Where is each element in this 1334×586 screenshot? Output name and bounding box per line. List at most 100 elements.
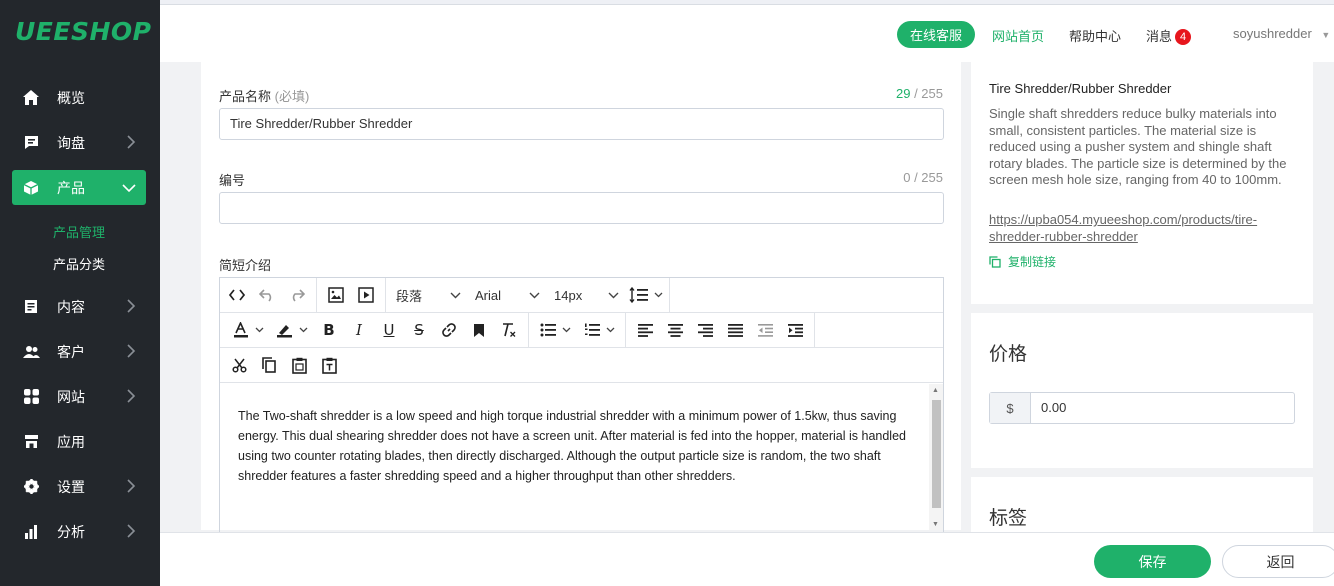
product-name-label: 产品名称 (必填): [219, 89, 310, 104]
line-height-select[interactable]: [625, 282, 667, 308]
messages-link[interactable]: 消息 4: [1146, 26, 1192, 45]
bottom-action-bar: 保存 返回: [160, 532, 1334, 586]
bullet-list-icon[interactable]: [533, 317, 577, 343]
sidebar-item-label: 客户: [57, 343, 85, 360]
app-logo[interactable]: UEESHOP: [0, 0, 160, 62]
editor-scrollbar-thumb[interactable]: [932, 400, 941, 508]
chevron-right-icon: [126, 135, 136, 152]
sidebar-subitem-product-category[interactable]: 产品分类: [53, 254, 105, 273]
align-center-icon[interactable]: [660, 317, 690, 343]
chevron-right-icon: [126, 479, 136, 496]
outdent-icon[interactable]: [750, 317, 780, 343]
price-title: 价格: [989, 344, 1028, 365]
chevron-down-icon: [608, 292, 619, 298]
sidebar-item-content[interactable]: 内容: [12, 289, 146, 324]
align-right-icon[interactable]: [690, 317, 720, 343]
product-code-input[interactable]: [219, 192, 944, 224]
sidebar-item-label: 产品: [57, 179, 85, 196]
sidebar-item-apps[interactable]: 应用: [12, 424, 146, 459]
back-button[interactable]: 返回: [1222, 545, 1334, 578]
redo-icon[interactable]: [282, 282, 312, 308]
paragraph-format-select[interactable]: 段落: [388, 282, 467, 308]
store-icon: [22, 433, 40, 451]
editor-scrollbar[interactable]: ▲ ▼: [929, 384, 943, 530]
editor-content-area[interactable]: The Two-shaft shredder is a low speed an…: [220, 384, 928, 536]
customers-icon: [22, 343, 40, 361]
insert-image-icon[interactable]: [321, 282, 351, 308]
brief-intro-label: 简短介绍: [219, 258, 272, 273]
toolbar-row-3: [220, 348, 943, 383]
chevron-down-icon: [450, 292, 461, 298]
highlight-color-icon[interactable]: [270, 317, 314, 343]
sidebar-item-label: 询盘: [57, 134, 85, 151]
online-service-button[interactable]: 在线客服: [897, 21, 975, 48]
toolbar-row-1: 段落 Arial 14px: [220, 277, 943, 313]
scroll-up-arrow-icon[interactable]: ▲: [932, 387, 939, 395]
scroll-down-arrow-icon[interactable]: ▼: [932, 521, 939, 529]
sidebar-subitem-product-management[interactable]: 产品管理: [53, 222, 105, 241]
cut-icon[interactable]: [224, 352, 254, 378]
italic-icon[interactable]: I: [344, 317, 374, 343]
font-size-select[interactable]: 14px: [546, 282, 625, 308]
tags-card: 标签: [971, 477, 1313, 537]
sidebar-item-website[interactable]: 网站: [12, 379, 146, 414]
align-left-icon[interactable]: [630, 317, 660, 343]
anchor-bookmark-icon[interactable]: [464, 317, 494, 343]
messages-count-badge: 4: [1175, 29, 1192, 45]
underline-icon[interactable]: U: [374, 317, 404, 343]
numbered-list-icon[interactable]: [577, 317, 621, 343]
sidebar-item-customers[interactable]: 客户: [12, 334, 146, 369]
bold-icon[interactable]: B: [314, 317, 344, 343]
price-input-group[interactable]: $ 0.00: [989, 392, 1295, 424]
site-home-link[interactable]: 网站首页: [992, 26, 1044, 45]
bar-chart-icon: [22, 523, 40, 541]
sidebar-item-analytics[interactable]: 分析: [12, 514, 146, 549]
paste-icon[interactable]: [284, 352, 314, 378]
sidebar: UEESHOP 概览 询盘 产品 产品管理 产品分类 内容 客户 网站 应用 设…: [0, 0, 160, 586]
sidebar-item-label: 分析: [57, 523, 85, 540]
product-form-card: 产品名称 (必填) 29 / 255 Tire Shredder/Rubber …: [201, 62, 961, 537]
username: soyushredder: [1233, 26, 1312, 41]
user-menu[interactable]: soyushredder ▼: [1233, 26, 1330, 41]
indent-icon[interactable]: [780, 317, 810, 343]
undo-icon[interactable]: [252, 282, 282, 308]
product-code-label: 编号: [219, 173, 246, 188]
text-color-icon[interactable]: [226, 317, 270, 343]
sidebar-item-products[interactable]: 产品: [12, 170, 146, 205]
sidebar-item-overview[interactable]: 概览: [12, 80, 146, 115]
chevron-down-icon: [299, 327, 308, 333]
sidebar-item-inquiry[interactable]: 询盘: [12, 125, 146, 160]
rich-text-editor: 段落 Arial 14px B I U S The Two-shaft shre…: [219, 277, 944, 537]
line-height-icon: [629, 287, 648, 303]
clear-formatting-icon[interactable]: [494, 317, 524, 343]
content-icon: [22, 298, 40, 316]
chevron-right-icon: [126, 299, 136, 316]
copy-link-button[interactable]: 复制链接: [989, 253, 1056, 270]
seo-url-link[interactable]: https://upba054.myueeshop.com/products/t…: [989, 212, 1289, 245]
product-code-counter: 0 / 255: [903, 170, 943, 185]
save-button[interactable]: 保存: [1094, 545, 1211, 578]
messages-label: 消息: [1146, 29, 1173, 44]
font-family-select[interactable]: Arial: [467, 282, 546, 308]
chevron-down-icon: [255, 327, 263, 333]
inquiry-icon: [22, 134, 40, 152]
insert-video-icon[interactable]: [351, 282, 381, 308]
website-icon: [22, 388, 40, 406]
paste-as-text-icon[interactable]: [314, 352, 344, 378]
toolbar-row-2: B I U S: [220, 312, 943, 348]
help-center-link[interactable]: 帮助中心: [1069, 26, 1121, 45]
sidebar-item-label: 设置: [57, 478, 85, 495]
product-name-input[interactable]: Tire Shredder/Rubber Shredder: [219, 108, 944, 140]
copy-icon[interactable]: [254, 352, 284, 378]
sidebar-item-label: 概览: [57, 89, 85, 106]
strikethrough-icon[interactable]: S: [404, 317, 434, 343]
sidebar-item-settings[interactable]: 设置: [12, 469, 146, 504]
source-code-icon[interactable]: [222, 282, 252, 308]
product-name-counter: 29 / 255: [896, 86, 943, 101]
align-justify-icon[interactable]: [720, 317, 750, 343]
link-icon[interactable]: [434, 317, 464, 343]
sidebar-item-label: 应用: [57, 433, 85, 450]
chevron-right-icon: [126, 524, 136, 541]
price-input[interactable]: 0.00: [1031, 393, 1066, 423]
tags-title: 标签: [989, 508, 1028, 529]
